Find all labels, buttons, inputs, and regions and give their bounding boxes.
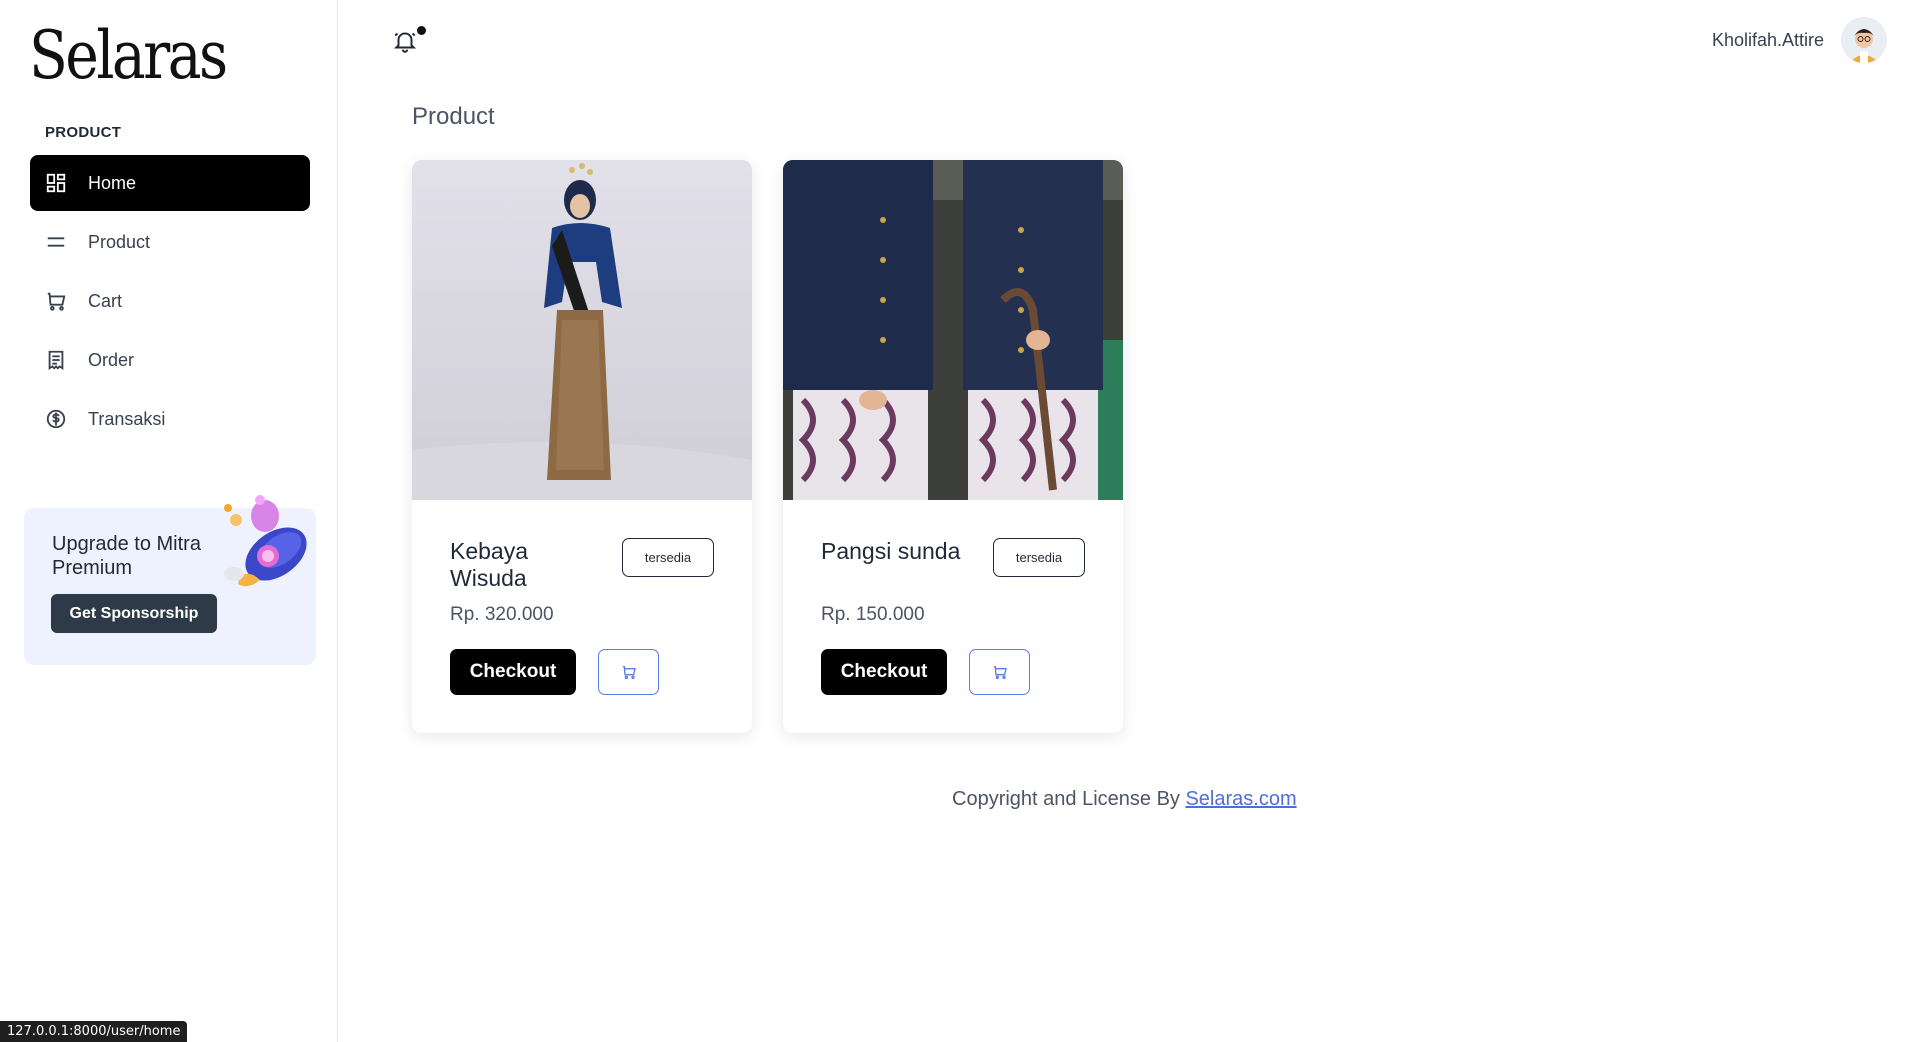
add-to-cart-button[interactable] xyxy=(598,649,659,695)
sidebar-item-label: Product xyxy=(88,231,151,252)
cart-icon xyxy=(993,666,1007,679)
notification-bell[interactable] xyxy=(392,26,426,56)
promo-title: Upgrade to Mitra Premium xyxy=(52,533,201,579)
sidebar-item-label: Order xyxy=(88,349,135,370)
menu-lines-icon xyxy=(44,230,68,254)
avatar[interactable] xyxy=(1841,17,1887,63)
add-to-cart-button[interactable] xyxy=(969,649,1030,695)
status-badge: tersedia xyxy=(622,538,714,577)
cart-icon xyxy=(622,666,636,679)
product-card: Kebaya Wisuda tersedia Rp. 320.000 Check… xyxy=(412,160,752,733)
footer: Copyright and License By Selaras.com xyxy=(952,788,1297,811)
product-price: Rp. 320.000 xyxy=(450,604,554,625)
checkout-button[interactable]: Checkout xyxy=(821,649,947,695)
sidebar-item-home[interactable]: Home xyxy=(30,155,310,211)
footer-text: Copyright and License By xyxy=(952,788,1186,810)
username[interactable]: Kholifah.Attire xyxy=(1712,30,1824,51)
cart-icon xyxy=(44,289,68,313)
sidebar-item-order[interactable]: Order xyxy=(30,332,310,388)
product-name: Pangsi sunda xyxy=(821,538,961,564)
product-price: Rp. 150.000 xyxy=(821,604,925,625)
sidebar-item-transaksi[interactable]: Transaksi xyxy=(30,391,310,447)
receipt-icon xyxy=(44,348,68,372)
footer-link[interactable]: Selaras.com xyxy=(1185,788,1296,810)
status-badge: tersedia xyxy=(993,538,1085,577)
bell-icon xyxy=(393,32,417,53)
sidebar-item-cart[interactable]: Cart xyxy=(30,273,310,329)
sidebar-nav: Home Product Cart Order Transaksi xyxy=(30,155,310,450)
upgrade-promo-card: Upgrade to Mitra Premium Get Sponsorship xyxy=(24,495,316,665)
product-image[interactable] xyxy=(783,160,1123,500)
sidebar-item-label: Transaksi xyxy=(88,408,166,429)
page-title: Product xyxy=(412,103,495,130)
avatar-icon xyxy=(1841,17,1887,63)
sidebar-item-label: Cart xyxy=(88,290,123,311)
sidebar-item-product[interactable]: Product xyxy=(30,214,310,270)
sidebar-section-label: PRODUCT xyxy=(45,124,122,141)
product-image[interactable] xyxy=(412,160,752,500)
product-name: Kebaya Wisuda xyxy=(450,538,529,591)
dollar-circle-icon xyxy=(44,407,68,431)
grid-icon xyxy=(44,171,68,195)
browser-status-url: 127.0.0.1:8000/user/home xyxy=(0,1021,188,1042)
get-sponsorship-button[interactable]: Get Sponsorship xyxy=(51,594,217,633)
sidebar: Selaras PRODUCT Home Product Cart Order xyxy=(0,0,338,1042)
checkout-button[interactable]: Checkout xyxy=(450,649,576,695)
app-logo[interactable]: Selaras xyxy=(29,20,228,92)
product-card: Pangsi sunda tersedia Rp. 150.000 Checko… xyxy=(783,160,1123,733)
sidebar-item-label: Home xyxy=(88,172,137,193)
notification-dot xyxy=(417,26,426,35)
